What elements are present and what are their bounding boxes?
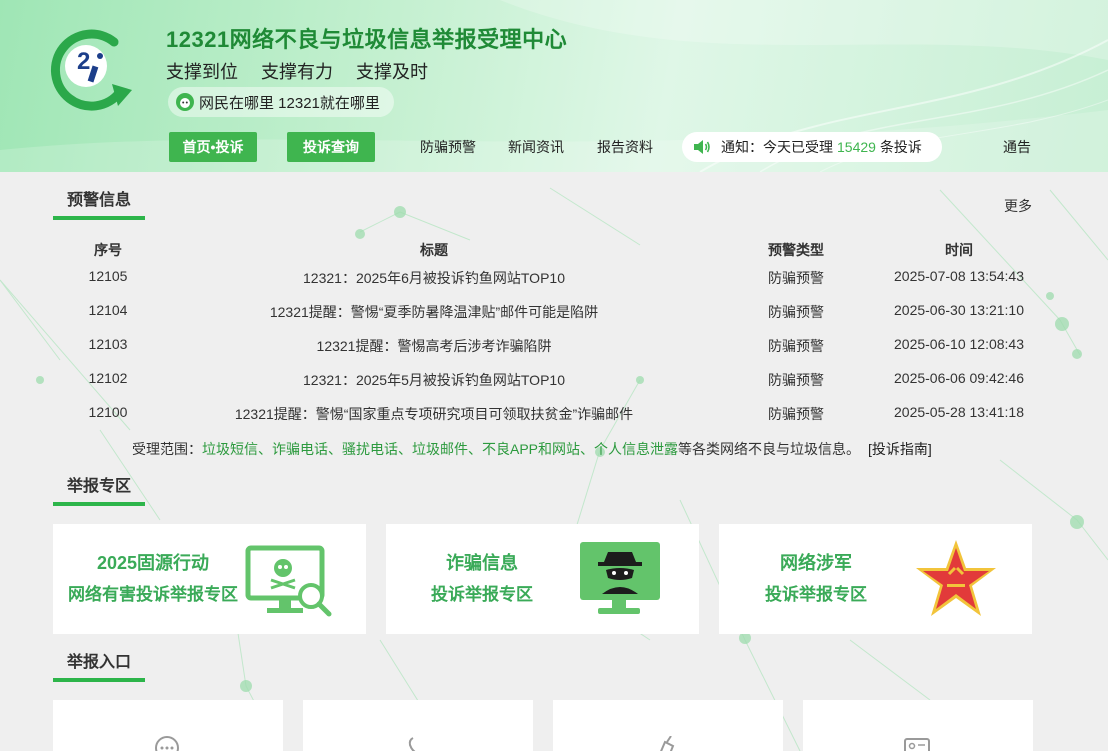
heading-underline <box>53 216 145 220</box>
nav-home-complaint-button[interactable]: 首页•投诉 <box>169 132 257 162</box>
zone-card-gu-yuan[interactable]: 2025固源行动 网络有害投诉举报专区 <box>53 524 366 634</box>
card-text: 网络涉军 投诉举报专区 <box>719 546 913 610</box>
notice-suffix: 条投诉 <box>879 139 922 155</box>
slogan-3: 支撑及时 <box>356 62 429 82</box>
site-logo-icon: 2 <box>51 29 132 111</box>
row-type: 防骗预警 <box>768 304 824 320</box>
table-row: 12104 12321提醒：警惕“夏季防暑降温津贴”邮件可能是陷阱 防骗预警 2… <box>60 302 1060 322</box>
sms-icon <box>155 736 179 751</box>
warning-table-header: 序号 标题 预警类型 时间 <box>60 240 1060 260</box>
notice-prefix: 通知：今天已受理 <box>721 139 833 155</box>
row-number: 12103 <box>88 336 128 352</box>
row-title-link[interactable]: 12321：2025年6月被投诉钓鱼网站TOP10 <box>170 268 698 288</box>
warning-section-heading: 预警信息 <box>53 186 145 220</box>
row-type: 防骗预警 <box>768 338 824 354</box>
scope-suffix: 等各类网络不良与垃圾信息。 <box>678 441 861 457</box>
main-nav: 首页•投诉 投诉查询 防骗预警 新闻资讯 报告资料 通知：今天已受理 15429… <box>0 132 1108 162</box>
notice-count: 15429 <box>837 139 876 155</box>
warning-more-link[interactable]: 更多 <box>1004 196 1032 216</box>
row-title-link[interactable]: 12321：2025年5月被投诉钓鱼网站TOP10 <box>170 370 698 390</box>
nav-reports-link[interactable]: 报告资料 <box>597 132 653 162</box>
id-card-icon <box>904 738 930 751</box>
zone-card-military[interactable]: 网络涉军 投诉举报专区 <box>719 524 1032 634</box>
row-time: 2025-06-30 13:21:10 <box>894 302 1024 318</box>
entry-spam[interactable] <box>553 700 783 751</box>
row-type: 防骗预警 <box>768 372 824 388</box>
col-title-header: 标题 <box>420 242 448 258</box>
card-text: 2025固源行动 网络有害投诉举报专区 <box>53 546 253 610</box>
entry-phone[interactable] <box>303 700 533 751</box>
report-entry-heading-text: 举报入口 <box>66 654 131 671</box>
col-time-header: 时间 <box>945 242 973 258</box>
card-title: 2025固源行动 <box>96 553 210 573</box>
row-time: 2025-06-10 12:08:43 <box>894 336 1024 352</box>
card-subtitle: 投诉举报专区 <box>765 585 867 604</box>
row-time: 2025-05-28 13:41:18 <box>894 404 1024 420</box>
site-title: 12321网络不良与垃圾信息举报受理中心 <box>166 27 568 52</box>
svg-text:2: 2 <box>77 48 90 75</box>
table-row: 12102 12321：2025年5月被投诉钓鱼网站TOP10 防骗预警 202… <box>60 370 1060 390</box>
report-zone-heading: 举报专区 <box>53 472 145 506</box>
acceptance-scope: 受理范围：垃圾短信、诈骗电话、骚扰电话、垃圾邮件、不良APP和网站、个人信息泄露… <box>132 439 932 459</box>
row-number: 12102 <box>88 370 128 386</box>
nav-news-link[interactable]: 新闻资讯 <box>508 132 564 162</box>
row-time: 2025-06-06 09:42:46 <box>894 370 1024 386</box>
row-number: 12100 <box>88 404 128 420</box>
table-row: 12103 12321提醒：警惕高考后涉考诈骗陷阱 防骗预警 2025-06-1… <box>60 336 1060 356</box>
row-title-link[interactable]: 12321提醒：警惕“国家重点专项研究项目可领取扶贫金”诈骗邮件 <box>170 404 698 424</box>
mascot-icon <box>176 93 194 111</box>
scope-items: 垃圾短信、诈骗电话、骚扰电话、垃圾邮件、不良APP和网站、个人信息泄露 <box>202 441 679 457</box>
phone-icon <box>408 737 416 751</box>
red-star-badge-icon <box>916 540 996 616</box>
zone-card-fraud[interactable]: 诈骗信息 投诉举报专区 <box>386 524 699 634</box>
heading-underline <box>53 502 145 506</box>
table-row: 12105 12321：2025年6月被投诉钓鱼网站TOP10 防骗预警 202… <box>60 268 1060 288</box>
card-subtitle: 投诉举报专区 <box>431 585 533 604</box>
warning-heading-text: 预警信息 <box>66 192 131 209</box>
speaker-icon <box>694 140 710 154</box>
col-type-header: 预警类型 <box>768 242 824 258</box>
motto-text: 网民在哪里 12321就在哪里 <box>199 94 380 112</box>
entry-privacy[interactable] <box>803 700 1033 751</box>
row-type: 防骗预警 <box>768 270 824 286</box>
report-entry-heading: 举报入口 <box>53 648 145 682</box>
nav-complaint-query-button[interactable]: 投诉查询 <box>287 132 375 162</box>
row-time: 2025-07-08 13:54:43 <box>894 268 1024 284</box>
monitor-skull-search-icon <box>245 545 332 617</box>
heading-underline <box>53 678 145 682</box>
slogan-1: 支撑到位 <box>166 62 238 82</box>
row-number: 12105 <box>88 268 128 284</box>
scope-label: 受理范围： <box>132 441 202 457</box>
monitor-spy-icon <box>580 542 660 614</box>
entry-sms[interactable] <box>53 700 283 751</box>
broom-icon <box>660 736 675 751</box>
table-row: 12100 12321提醒：警惕“国家重点专项研究项目可领取扶贫金”诈骗邮件 防… <box>60 404 1060 424</box>
card-text: 诈骗信息 投诉举报专区 <box>386 546 578 610</box>
slogan-row: 支撑到位 支撑有力 支撑及时 <box>166 58 446 84</box>
nav-announcement-link[interactable]: 通告 <box>1003 132 1031 162</box>
col-number-header: 序号 <box>94 242 122 258</box>
card-subtitle: 网络有害投诉举报专区 <box>68 585 238 604</box>
site-header: 2 12321网络不良与垃圾信息举报受理中心 支撑到位 支撑有力 支撑及时 网民… <box>0 0 1108 172</box>
row-number: 12104 <box>88 302 128 318</box>
row-title-link[interactable]: 12321提醒：警惕高考后涉考诈骗陷阱 <box>170 336 698 356</box>
row-title-link[interactable]: 12321提醒：警惕“夏季防暑降温津贴”邮件可能是陷阱 <box>170 302 698 322</box>
motto-pill: 网民在哪里 12321就在哪里 <box>168 87 394 117</box>
slogan-2: 支撑有力 <box>261 62 334 82</box>
complaint-guide-link[interactable]: [投诉指南] <box>868 441 932 457</box>
nav-fraud-alert-link[interactable]: 防骗预警 <box>420 132 476 162</box>
notice-bar: 通知：今天已受理 15429 条投诉 <box>682 132 942 162</box>
report-zone-heading-text: 举报专区 <box>66 478 131 495</box>
card-title: 诈骗信息 <box>446 553 518 573</box>
row-type: 防骗预警 <box>768 406 824 422</box>
card-title: 网络涉军 <box>780 553 852 573</box>
